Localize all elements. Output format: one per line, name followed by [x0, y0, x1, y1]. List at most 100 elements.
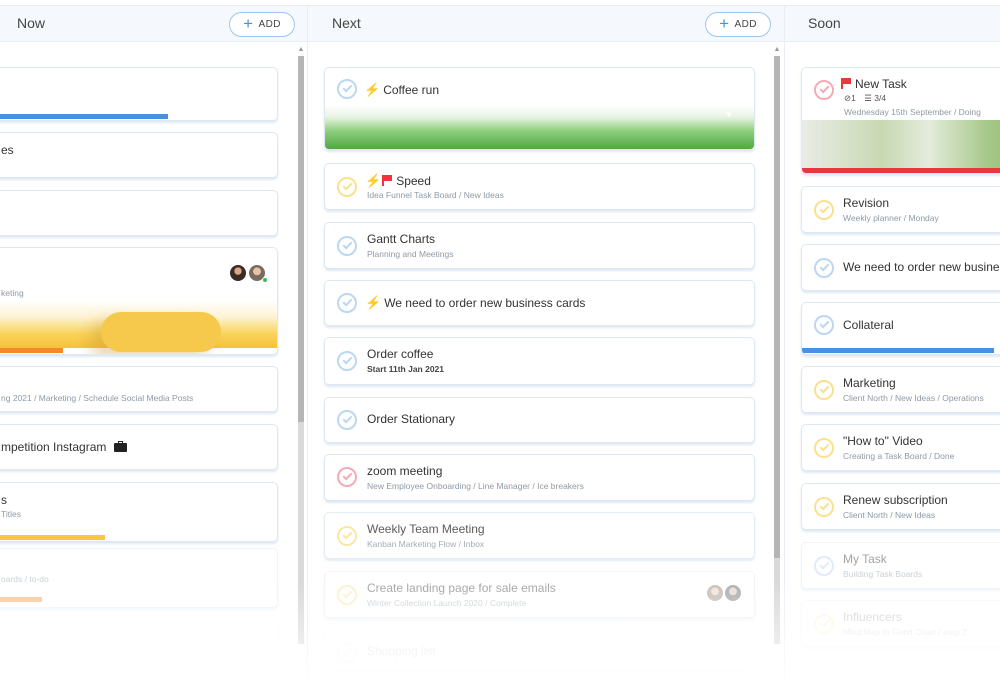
task-meta: ⊘1 ☰ 3/4: [844, 93, 886, 104]
task-title-text: mpetition Instagram: [1, 440, 107, 454]
task-card[interactable]: My Task Building Task Boards: [801, 542, 1000, 589]
task-card[interactable]: ng 2021 / Marketing / Schedule Social Me…: [0, 366, 278, 412]
task-title: zoom meeting: [367, 464, 443, 478]
task-card[interactable]: zoom meeting New Employee Onboarding / L…: [324, 454, 755, 501]
check-circle-icon[interactable]: [337, 236, 357, 256]
task-title: Weekly Team Meeting: [367, 522, 485, 536]
check-circle-icon[interactable]: [337, 177, 357, 197]
check-circle-icon[interactable]: [337, 410, 357, 430]
add-label: ADD: [258, 19, 281, 30]
task-card[interactable]: New Task ⊘1 ☰ 3/4 Wednesday 15th Septemb…: [801, 67, 1000, 174]
task-subtitle: Start 11th Jan 2021: [367, 364, 445, 374]
check-circle-icon[interactable]: [814, 614, 834, 634]
check-circle-icon[interactable]: [337, 643, 357, 663]
task-card[interactable]: [0, 190, 278, 236]
check-circle-icon[interactable]: [337, 351, 357, 371]
task-subtitle: Wednesday 15th September / Doing: [844, 107, 981, 117]
task-card[interactable]: We need to order new busines: [801, 244, 1000, 291]
task-subtitle: oards / to-do: [1, 574, 49, 584]
check-circle-icon[interactable]: [337, 585, 357, 605]
add-label: ADD: [734, 19, 757, 30]
chevron-down-icon[interactable]: ▼: [725, 110, 733, 119]
bolt-icon: ⚡: [364, 82, 381, 97]
check-circle-icon[interactable]: [814, 497, 834, 517]
check-circle-icon[interactable]: [814, 438, 834, 458]
column-next: Next + ADD ⚡ Coffee run ▼ ⚡ Speed Idea Fun…: [308, 6, 784, 681]
column-now-header: Now + ADD: [0, 6, 307, 42]
task-title-text: We need to order new business cards: [384, 296, 586, 310]
column-next-header: Next + ADD: [308, 6, 784, 42]
scroll-up-arrow-icon[interactable]: ▲: [772, 46, 782, 54]
task-card[interactable]: [0, 614, 278, 664]
task-card[interactable]: Weekly Team Meeting Kanban Marketing Flo…: [324, 512, 755, 559]
flag-icon: [382, 175, 392, 186]
task-card[interactable]: Create landing page for sale emails Wint…: [324, 571, 755, 618]
task-title-text: Speed: [396, 174, 431, 188]
check-circle-icon[interactable]: [814, 200, 834, 220]
check-circle-icon[interactable]: [814, 315, 834, 335]
task-subtitle: New Employee Onboarding / Line Manager /…: [367, 481, 584, 491]
task-card[interactable]: s Titles: [0, 482, 278, 542]
task-card[interactable]: ⚡ We need to order new business cards: [324, 280, 755, 326]
check-circle-icon[interactable]: [814, 258, 834, 278]
scroll-up-arrow-icon[interactable]: ▲: [296, 46, 306, 54]
task-subtitle: Winter Collection Launch 2020 / Complete: [367, 598, 527, 608]
check-circle-icon[interactable]: [337, 467, 357, 487]
scrollbar-next[interactable]: ▲: [772, 44, 782, 644]
task-card[interactable]: Order coffee Start 11th Jan 2021: [324, 337, 755, 385]
task-card[interactable]: keting ▽: [0, 247, 278, 355]
checklist-icon: ☰: [864, 93, 872, 103]
task-card[interactable]: Collateral: [801, 302, 1000, 355]
briefcase-icon: [113, 441, 127, 452]
task-title: Gantt Charts: [367, 232, 436, 246]
column-now-title: Now: [17, 15, 46, 31]
check-circle-icon[interactable]: [814, 380, 834, 400]
task-subtitle: keting: [1, 288, 24, 298]
task-card[interactable]: Order Stationary: [324, 397, 755, 443]
check-circle-icon[interactable]: [814, 556, 834, 576]
scrollbar-now[interactable]: ▲: [296, 44, 306, 644]
task-card[interactable]: Gantt Charts Planning and Meetings: [324, 222, 755, 269]
task-title: Renew subscription: [843, 493, 948, 507]
check-circle-icon[interactable]: [337, 293, 357, 313]
task-card[interactable]: Influencers Mind Map to Gantt Chart / ma…: [801, 600, 1000, 647]
online-indicator: [262, 277, 268, 283]
task-card[interactable]: mpetition Instagram: [0, 424, 278, 470]
task-title: Marketing: [843, 376, 896, 390]
task-card[interactable]: "How to" Video Creating a Task Board / D…: [801, 424, 1000, 471]
task-title-text: New Task: [855, 77, 907, 91]
check-circle-icon[interactable]: [337, 79, 357, 99]
column-soon-title: Soon: [808, 15, 841, 31]
progress-bar: [0, 597, 43, 602]
task-subtitle: Building Task Boards: [843, 569, 923, 579]
task-title: Order coffee: [367, 347, 434, 361]
task-card[interactable]: ⚡ Coffee run ▼: [324, 67, 755, 150]
column-soon: Soon New Task ⊘1 ☰ 3/4 Wednesday 15th Se…: [785, 6, 1000, 681]
avatar: [723, 583, 743, 603]
add-task-button-next[interactable]: + ADD: [705, 12, 771, 37]
task-subtitle: Planning and Meetings: [367, 249, 454, 259]
task-card[interactable]: ⚡ Speed Idea Funnel Task Board / New Idea…: [324, 163, 755, 210]
scroll-thumb[interactable]: [298, 56, 304, 422]
task-card[interactable]: Renew subscription Client North / New Id…: [801, 483, 1000, 530]
cover-image: [802, 120, 1000, 168]
task-card[interactable]: Revision Weekly planner / Monday: [801, 186, 1000, 233]
task-subtitle: Client North / New Ideas: [843, 510, 936, 520]
task-title: Order Stationary: [367, 412, 456, 426]
bolt-icon: ⚡: [365, 295, 382, 310]
task-card[interactable]: Marketing Client North / New Ideas / Ope…: [801, 366, 1000, 413]
task-subtitle: Mind Map to Gantt Chart / map 2: [843, 627, 967, 637]
scroll-thumb[interactable]: [774, 56, 780, 558]
task-title: "How to" Video: [843, 434, 923, 448]
check-circle-icon[interactable]: [814, 80, 834, 100]
task-card[interactable]: oards / to-do: [0, 548, 278, 608]
task-card[interactable]: Shopping list: [324, 630, 755, 670]
add-task-button-now[interactable]: + ADD: [229, 12, 295, 37]
task-card[interactable]: es: [0, 132, 278, 178]
progress-bar: [0, 348, 63, 353]
task-title: mpetition Instagram: [1, 440, 127, 454]
task-title: ⚡ Coffee run: [364, 82, 439, 98]
task-subtitle: Creating a Task Board / Done: [843, 451, 955, 461]
task-card[interactable]: [0, 67, 278, 121]
check-circle-icon[interactable]: [337, 526, 357, 546]
